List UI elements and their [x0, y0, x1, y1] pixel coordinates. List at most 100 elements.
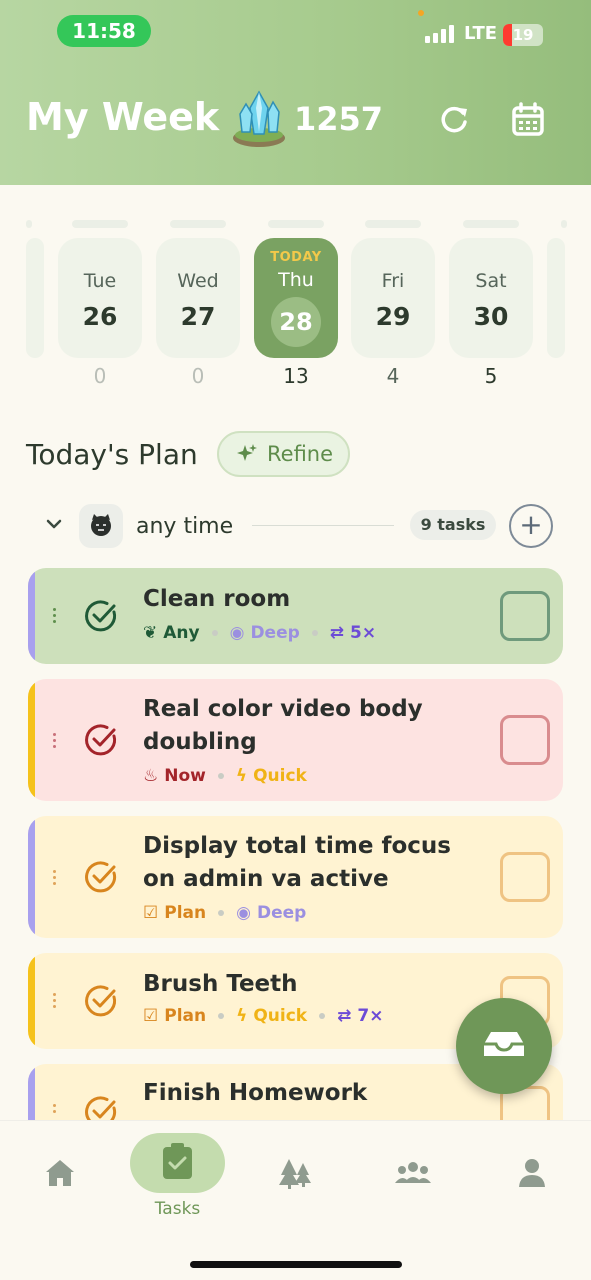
day-card-tue[interactable]: Tue 26	[58, 238, 142, 358]
task-card-clean-room[interactable]: Clean room ❦ Any ◉ Deep ⇄ 5×	[28, 568, 563, 664]
header: 11:58 LTE 19 My Week 1257	[0, 0, 591, 185]
task-card-body-doubling[interactable]: Real color video body doubling ♨ Now ϟ Q…	[28, 679, 563, 801]
home-indicator	[190, 1261, 402, 1268]
day-card-partial[interactable]	[26, 238, 44, 358]
task-title: Clean room	[143, 586, 291, 612]
day-card-fri[interactable]: Fri 29	[351, 238, 435, 358]
signal-icon	[425, 25, 454, 43]
strip-indicator	[268, 220, 324, 228]
privacy-indicator	[418, 10, 424, 16]
profile-icon[interactable]	[512, 1153, 552, 1193]
task-title: Real color video body doubling	[143, 696, 423, 755]
check-circle-icon[interactable]	[83, 1094, 119, 1120]
tag-focus: Deep	[250, 623, 300, 643]
task-tags: ☑ Plan ◉ Deep	[143, 903, 306, 923]
day-name: Wed	[177, 270, 219, 292]
day-task-count: 4	[386, 364, 400, 388]
task-title: Display total time focus on admin va act…	[143, 833, 451, 892]
drag-handle-icon[interactable]	[53, 993, 57, 1011]
group-users-icon[interactable]	[393, 1153, 433, 1193]
day-card-wed[interactable]: Wed 27	[156, 238, 240, 358]
drag-handle-icon[interactable]	[53, 870, 57, 888]
task-card-display-total-time[interactable]: Display total time focus on admin va act…	[28, 816, 563, 938]
battery-icon: 19	[503, 24, 543, 46]
strip-indicator	[170, 220, 226, 228]
drag-handle-icon[interactable]	[53, 608, 57, 626]
nav-tasks-tab[interactable]	[130, 1133, 225, 1193]
refresh-icon[interactable]	[432, 98, 476, 142]
strip-indicator	[463, 220, 519, 228]
add-task-button[interactable]: +	[509, 504, 553, 548]
task-checkbox[interactable]	[500, 591, 550, 641]
task-title: Brush Teeth	[143, 971, 298, 997]
repeat-icon: ⇄	[329, 623, 345, 643]
network-label: LTE	[464, 23, 498, 44]
day-date: 28	[271, 297, 321, 347]
check-circle-icon[interactable]	[83, 722, 119, 758]
day-date: 29	[375, 302, 411, 331]
day-name: Tue	[83, 270, 117, 292]
group-header-any-time[interactable]: any time 9 tasks +	[0, 500, 591, 550]
tag-energy: Plan	[164, 903, 207, 923]
lightning-icon: ϟ	[235, 766, 248, 786]
drag-handle-icon[interactable]	[53, 733, 57, 751]
task-tags: ❦ Any ◉ Deep ⇄ 5×	[143, 623, 376, 643]
calendar-icon[interactable]	[506, 98, 550, 142]
refine-button[interactable]: Refine	[217, 431, 350, 477]
strip-indicator	[72, 220, 128, 228]
lightning-icon: ϟ	[236, 1006, 248, 1026]
refine-label: Refine	[267, 442, 334, 466]
status-time: 11:58	[57, 15, 151, 47]
nav-tasks-label: Tasks	[154, 1199, 201, 1219]
brain-icon: ◉	[236, 903, 251, 923]
calendar-check-icon: ☑	[143, 903, 159, 923]
repeat-icon: ⇄	[337, 1006, 352, 1026]
strip-indicator	[365, 220, 421, 228]
day-date: 26	[82, 302, 118, 331]
task-checkbox[interactable]	[500, 852, 550, 902]
day-task-count: 0	[93, 364, 107, 388]
today-label: TODAY	[270, 250, 322, 265]
battery-level: 19	[512, 26, 534, 44]
tag-speed: Quick	[253, 766, 307, 786]
task-checkbox[interactable]	[500, 715, 550, 765]
section-title: Today's Plan	[26, 438, 198, 471]
strip-indicator	[561, 220, 567, 228]
day-name: Sat	[475, 270, 507, 292]
sparkle-icon	[237, 444, 257, 461]
check-circle-icon[interactable]	[83, 598, 119, 634]
trees-icon[interactable]	[275, 1153, 315, 1193]
crystal-gem-icon	[233, 90, 285, 147]
day-task-count: 0	[191, 364, 205, 388]
check-circle-icon[interactable]	[83, 983, 119, 1019]
chevron-down-icon[interactable]	[44, 514, 64, 534]
bottom-nav: Tasks	[0, 1120, 591, 1280]
task-tags: ♨ Now ϟ Quick	[143, 766, 307, 786]
tag-energy: Now	[164, 766, 206, 786]
day-date: 30	[473, 302, 509, 331]
tag-energy: Plan	[164, 1006, 207, 1026]
tag-energy: Any	[163, 623, 200, 643]
day-task-count: 5	[484, 364, 498, 388]
task-tags: ☑ Plan ϟ Quick ⇄ 7×	[143, 1006, 383, 1026]
brain-icon: ◉	[229, 623, 245, 643]
day-name: Thu	[278, 269, 314, 291]
group-name: any time	[136, 514, 234, 539]
day-card-thu-today[interactable]: TODAY Thu 28	[254, 238, 338, 358]
inbox-tray-icon	[484, 1032, 524, 1056]
day-date: 27	[180, 302, 216, 331]
tag-repeat: 7×	[357, 1006, 384, 1026]
drag-handle-icon[interactable]	[53, 1104, 57, 1116]
day-card-sat[interactable]: Sat 30	[449, 238, 533, 358]
day-name: Fri	[381, 270, 405, 292]
home-icon[interactable]	[40, 1153, 80, 1193]
divider	[252, 525, 394, 526]
day-card-partial[interactable]	[547, 238, 565, 358]
check-circle-icon[interactable]	[83, 859, 119, 895]
calendar-check-icon: ☑	[143, 1006, 159, 1026]
points-value: 1257	[294, 100, 384, 138]
inbox-fab-button[interactable]	[456, 998, 552, 1094]
strip-indicator	[26, 220, 32, 228]
tag-speed: Quick	[253, 1006, 308, 1026]
page-title: My Week	[26, 95, 220, 139]
